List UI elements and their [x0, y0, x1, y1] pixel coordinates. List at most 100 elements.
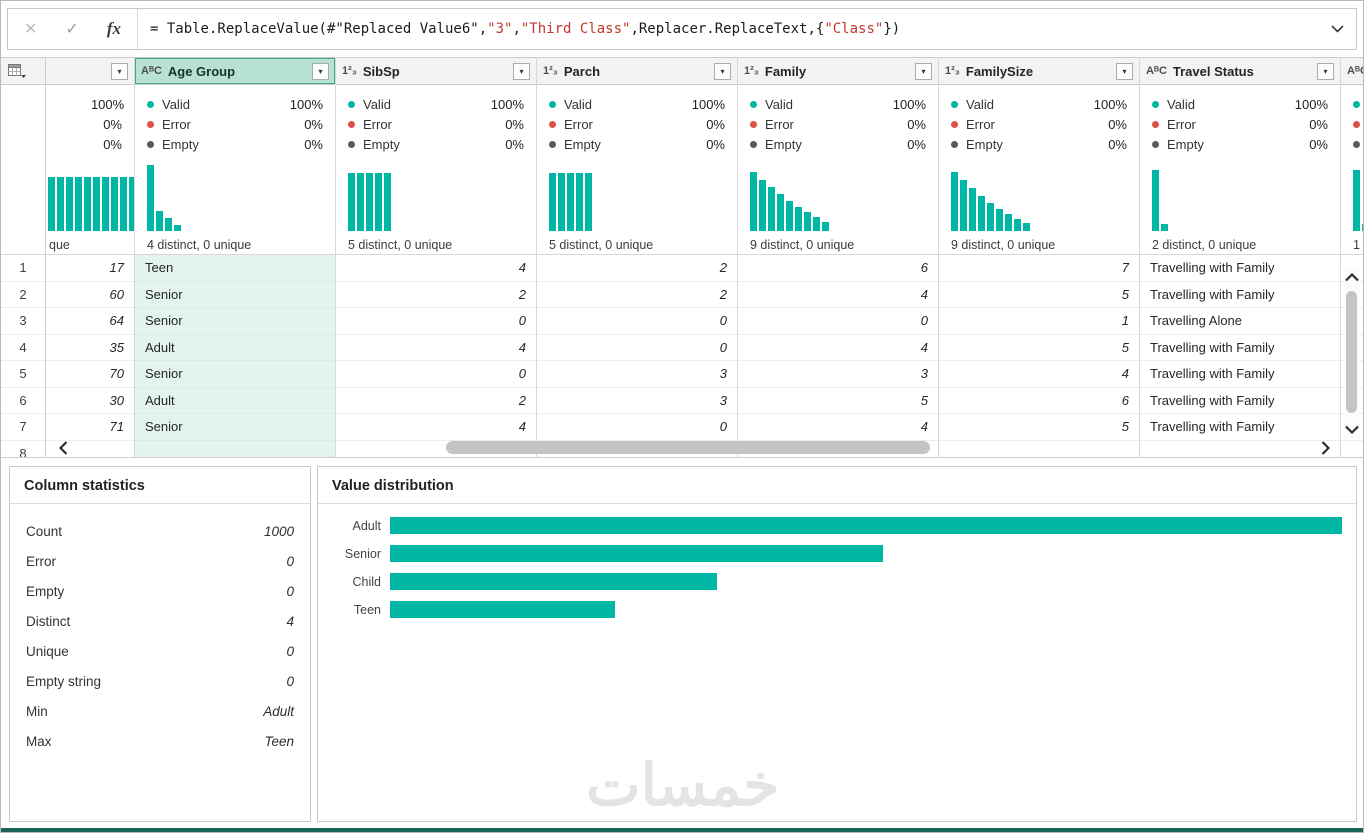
cell[interactable]: 0	[738, 308, 938, 335]
cell[interactable]: 0	[537, 335, 737, 361]
cell[interactable]: Senior	[135, 281, 335, 308]
cell[interactable]: 35	[46, 335, 134, 361]
formula-expand-button[interactable]	[1318, 9, 1356, 49]
cell[interactable]: Senior	[135, 308, 335, 335]
scroll-left-button[interactable]	[53, 439, 73, 456]
cell[interactable]: Travelling with Family	[1140, 255, 1340, 282]
column-histogram[interactable]	[549, 165, 725, 231]
filter-dropdown-button[interactable]: ▾	[915, 62, 932, 80]
scroll-right-button[interactable]	[1315, 439, 1335, 456]
cell[interactable]: 0	[537, 308, 737, 335]
column-header-familysize[interactable]: 1²₃ FamilySize ▾	[939, 57, 1139, 85]
cell[interactable]: 5	[939, 414, 1139, 441]
cell[interactable]: 17	[46, 255, 134, 282]
cell[interactable]: 3	[738, 361, 938, 388]
cell[interactable]: 4	[738, 335, 938, 361]
horizontal-scrollbar[interactable]	[53, 439, 1335, 456]
cell[interactable]: 60	[46, 282, 134, 308]
row-number[interactable]: 4	[1, 334, 45, 361]
cell[interactable]: 4	[336, 335, 536, 361]
cancel-formula-icon[interactable]: ✕	[24, 19, 37, 39]
scroll-up-button[interactable]	[1343, 267, 1360, 287]
column-header-col-7[interactable]: AᴮC▾	[1341, 57, 1363, 85]
cell[interactable]: 0	[336, 308, 536, 335]
formula-input[interactable]: = Table.ReplaceValue(#"Replaced Value6",…	[138, 21, 1318, 37]
distribution-bar[interactable]	[390, 601, 615, 618]
cell[interactable]: 7	[939, 255, 1139, 282]
cell[interactable]: 4	[738, 282, 938, 308]
cell[interactable]: 5	[738, 388, 938, 414]
cell[interactable]: Adult	[135, 334, 335, 361]
row-number[interactable]: 8	[1, 440, 45, 457]
cell[interactable]: Travelling with Family	[1140, 388, 1340, 414]
confirm-formula-icon[interactable]: ✓	[65, 19, 78, 39]
column-header-parch[interactable]: 1²₃ Parch ▾	[537, 57, 737, 85]
distribution-bar[interactable]	[390, 545, 884, 562]
cell[interactable]: 2	[336, 388, 536, 414]
column-header-age-group[interactable]: AᴮC Age Group ▾	[135, 57, 335, 85]
cell[interactable]: Travelling with Family	[1140, 414, 1340, 441]
distribution-bar[interactable]	[390, 517, 1342, 534]
row-number[interactable]: 7	[1, 414, 45, 441]
horizontal-scroll-thumb[interactable]	[445, 441, 930, 454]
vertical-scrollbar[interactable]	[1343, 267, 1360, 439]
cell[interactable]: Travelling with Family	[1140, 335, 1340, 361]
fx-add-step-icon[interactable]: fx	[107, 19, 121, 39]
filter-dropdown-button[interactable]: ▾	[1317, 62, 1334, 80]
cell[interactable]: 5	[939, 282, 1139, 308]
cell[interactable]: 2	[336, 282, 536, 308]
cell[interactable]: 4	[939, 361, 1139, 388]
row-number[interactable]: 5	[1, 361, 45, 388]
cell[interactable]: 71	[46, 414, 134, 441]
column-histogram[interactable]	[48, 165, 134, 231]
filter-dropdown-button[interactable]: ▾	[513, 62, 530, 80]
cell[interactable]: 4	[738, 414, 938, 441]
row-number[interactable]: 2	[1, 281, 45, 308]
cell[interactable]: 6	[738, 255, 938, 282]
cell[interactable]: 2	[537, 282, 737, 308]
filter-dropdown-button[interactable]: ▾	[714, 62, 731, 80]
column-header-sibsp[interactable]: 1²₃ SibSp ▾	[336, 57, 536, 85]
horizontal-scroll-track[interactable]	[73, 439, 1315, 456]
cell[interactable]: 70	[46, 361, 134, 388]
row-number[interactable]: 6	[1, 387, 45, 414]
row-number[interactable]: 1	[1, 255, 45, 282]
cell[interactable]: Teen	[135, 255, 335, 282]
filter-dropdown-button[interactable]: ▾	[1116, 62, 1133, 80]
cell[interactable]: Travelling Alone	[1140, 308, 1340, 335]
filter-dropdown-button[interactable]: ▾	[312, 62, 329, 80]
cell[interactable]: 64	[46, 308, 134, 335]
filter-dropdown-button[interactable]: ▾	[111, 62, 128, 80]
distribution-bar[interactable]	[390, 573, 717, 590]
cell[interactable]: 30	[46, 388, 134, 414]
cell[interactable]: 2	[537, 255, 737, 282]
column-header-family[interactable]: 1²₃ Family ▾	[738, 57, 938, 85]
column-histogram[interactable]	[348, 165, 524, 231]
cell[interactable]: 0	[336, 361, 536, 388]
cell[interactable]: 0	[537, 414, 737, 441]
cell[interactable]: Senior	[135, 414, 335, 441]
column-header-travel-status[interactable]: AᴮC Travel Status ▾	[1140, 57, 1340, 85]
table-options-button[interactable]	[1, 57, 45, 85]
cell[interactable]: 4	[336, 255, 536, 282]
cell[interactable]: 1	[939, 308, 1139, 335]
column-histogram[interactable]	[1152, 165, 1328, 231]
column-histogram[interactable]	[1353, 165, 1363, 231]
column-histogram[interactable]	[951, 165, 1127, 231]
cell[interactable]: Travelling with Family	[1140, 361, 1340, 388]
cell[interactable]: Travelling with Family	[1140, 282, 1340, 308]
cell[interactable]: 5	[939, 335, 1139, 361]
cell[interactable]: 6	[939, 388, 1139, 414]
vertical-scroll-thumb[interactable]	[1346, 291, 1357, 413]
column-header-col-0[interactable]: ▾	[46, 57, 134, 85]
row-number[interactable]: 3	[1, 308, 45, 335]
cell[interactable]: Adult	[135, 387, 335, 414]
cell[interactable]: 3	[537, 388, 737, 414]
scroll-down-button[interactable]	[1343, 419, 1360, 439]
column-histogram[interactable]	[147, 165, 323, 231]
cell[interactable]: 4	[336, 414, 536, 441]
column-histogram[interactable]	[750, 165, 926, 231]
cell[interactable]	[1341, 441, 1363, 458]
cell[interactable]: Senior	[135, 361, 335, 388]
cell[interactable]: 3	[537, 361, 737, 388]
